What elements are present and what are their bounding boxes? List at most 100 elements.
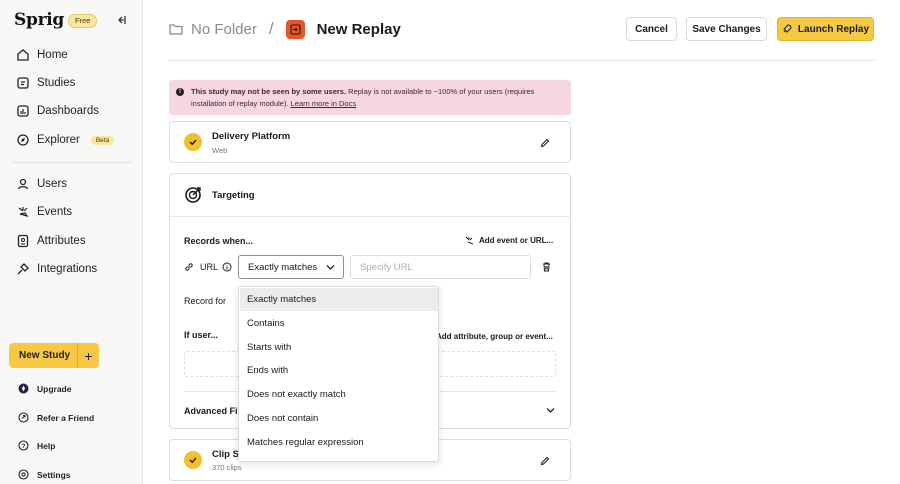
users-icon [17, 178, 29, 190]
sidebar-divider [12, 162, 132, 163]
availability-alert: ! This study may not be seen by some use… [169, 80, 571, 115]
add-event-label: Add event or URL... [479, 236, 554, 245]
collapse-sidebar-icon[interactable] [114, 13, 128, 27]
breadcrumb-separator: / [268, 19, 274, 38]
delivery-platform-title: Delivery Platform [212, 131, 291, 142]
info-icon[interactable] [222, 262, 232, 272]
page-title: New Replay [316, 20, 401, 38]
footer-upgrade[interactable]: Upgrade [18, 383, 71, 394]
breadcrumb: No Folder / New Replay [169, 19, 401, 39]
nav-home[interactable]: Home [16, 44, 68, 66]
footer-upgrade-label: Upgrade [37, 383, 72, 394]
dashboards-icon [17, 105, 29, 117]
upgrade-icon [18, 383, 29, 394]
logo[interactable]: Sprig [14, 10, 64, 30]
launch-replay-label: Launch Replay [797, 23, 870, 35]
option-exactly-matches[interactable]: Exactly matches [240, 288, 438, 311]
link-icon [185, 263, 193, 271]
edit-pencil-icon[interactable] [540, 138, 550, 148]
option-does-not-exactly-match[interactable]: Does not exactly match [240, 383, 438, 406]
refer-icon [18, 412, 29, 423]
url-label: URL [200, 262, 219, 272]
alert-icon: ! [176, 88, 184, 96]
clip-count: 370 clips [212, 463, 242, 472]
home-icon [17, 49, 29, 61]
alert-bold-text: This study may not be seen by some users… [191, 87, 347, 96]
header-divider [169, 60, 875, 61]
explorer-icon [17, 134, 29, 146]
add-attribute-button[interactable]: Add attribute, group or event... [436, 332, 553, 341]
option-starts-with[interactable]: Starts with [240, 336, 438, 359]
save-changes-button[interactable]: Save Changes [686, 17, 767, 41]
sidebar: Sprig Free Home Studies Dashboards Explo… [0, 0, 143, 484]
add-event-button[interactable]: Add event or URL... [465, 236, 553, 245]
trash-icon[interactable] [542, 262, 551, 272]
footer-refer-label: Refer a Friend [37, 412, 95, 423]
option-contains[interactable]: Contains [240, 312, 438, 335]
nav-integrations-label: Integrations [37, 263, 98, 275]
new-study-button[interactable]: New Study + [9, 343, 99, 368]
settings-icon [18, 469, 29, 480]
nav-users[interactable]: Users [16, 173, 67, 195]
nav-explorer-label: Explorer [37, 134, 80, 146]
events-icon [18, 207, 29, 218]
nav-explorer[interactable]: Explorer Beta [16, 129, 115, 151]
advanced-filters-toggle[interactable]: Advanced Fil [184, 406, 240, 416]
beta-badge: Beta [90, 135, 115, 145]
app-root: Sprig Free Home Studies Dashboards Explo… [0, 0, 900, 484]
match-type-value: Exactly matches [248, 261, 318, 273]
nav-events[interactable]: Events [16, 201, 72, 223]
footer-refer[interactable]: Refer a Friend [18, 412, 94, 423]
match-type-select[interactable]: Exactly matches [238, 255, 344, 279]
match-type-dropdown: Exactly matches Contains Starts with End… [238, 286, 439, 462]
nav-studies[interactable]: Studies [16, 72, 75, 94]
nav-dashboards-label: Dashboards [37, 105, 100, 117]
footer-settings-label: Settings [37, 469, 71, 480]
if-user-label: If user... [184, 330, 219, 340]
targeting-title: Targeting [212, 190, 255, 201]
nav-home-label: Home [37, 49, 68, 61]
help-icon: ? [18, 440, 29, 451]
check-icon [184, 451, 202, 469]
plan-badge: Free [68, 14, 98, 28]
add-event-icon [465, 236, 474, 245]
targeting-divider [170, 216, 570, 217]
records-when-label: Records when... [184, 236, 254, 246]
nav-dashboards[interactable]: Dashboards [16, 100, 99, 122]
rocket-icon [783, 24, 792, 33]
chevron-down-icon[interactable] [546, 407, 555, 414]
learn-more-link[interactable]: Learn more in Docs [291, 99, 356, 108]
nav-users-label: Users [37, 178, 68, 190]
footer-help[interactable]: ? Help [18, 440, 55, 451]
nav-events-label: Events [37, 206, 73, 218]
launch-replay-button[interactable]: Launch Replay [777, 17, 874, 41]
delivery-platform-card[interactable] [169, 121, 571, 163]
attributes-icon [17, 234, 29, 248]
nav-attributes[interactable]: Attributes [16, 230, 86, 252]
check-icon [184, 133, 202, 151]
folder-link[interactable]: No Folder [191, 21, 257, 38]
edit-pencil-icon[interactable] [540, 456, 550, 466]
clip-settings-title: Clip S [212, 449, 239, 460]
chevron-down-icon [326, 265, 335, 270]
footer-settings[interactable]: Settings [18, 469, 71, 480]
integrations-icon [17, 263, 29, 275]
option-ends-with[interactable]: Ends with [240, 359, 438, 382]
nav-studies-label: Studies [37, 77, 76, 89]
option-matches-regex[interactable]: Matches regular expression [240, 431, 438, 454]
svg-text:?: ? [22, 443, 26, 450]
footer-help-label: Help [37, 440, 56, 451]
nav-attributes-label: Attributes [37, 235, 86, 247]
cancel-button[interactable]: Cancel [626, 17, 677, 41]
url-input[interactable]: Specify URL [350, 255, 531, 279]
target-icon [185, 187, 201, 203]
nav-integrations[interactable]: Integrations [16, 258, 97, 280]
page-header: No Folder / New Replay Cancel Save Chang… [143, 0, 900, 62]
delivery-platform-value: Web [212, 146, 228, 155]
replay-icon [285, 19, 305, 39]
studies-icon [17, 77, 29, 89]
record-for-label: Record for [184, 296, 227, 306]
option-does-not-contain[interactable]: Does not contain [240, 407, 438, 430]
new-study-label: New Study [19, 350, 71, 361]
plus-icon[interactable]: + [77, 343, 99, 368]
